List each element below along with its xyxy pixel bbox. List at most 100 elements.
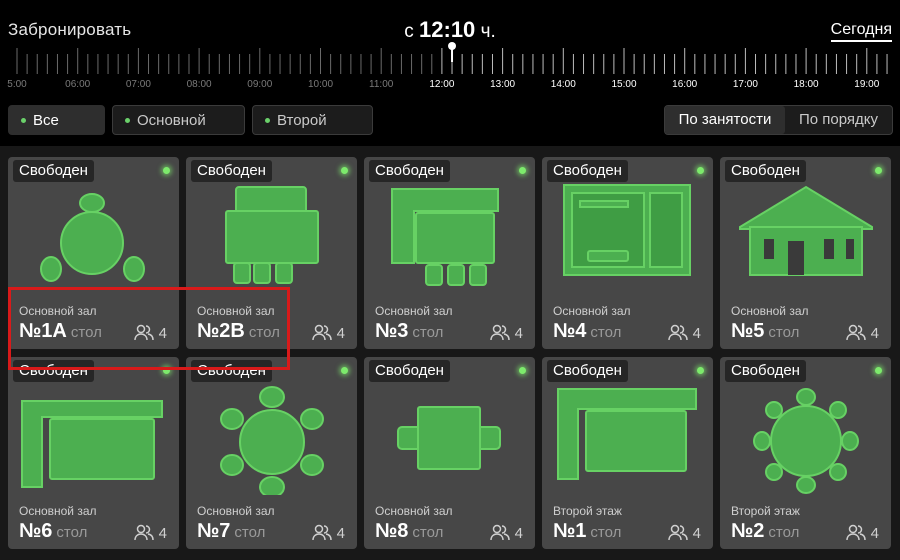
status-badge: Свободен bbox=[369, 160, 450, 182]
round-table-8-chairs-icon bbox=[753, 388, 859, 494]
status-dot-icon bbox=[875, 167, 882, 174]
people-icon bbox=[311, 524, 332, 541]
table-number: №2 стол bbox=[731, 520, 800, 542]
table-number: №3 стол bbox=[375, 320, 444, 342]
sort-by-occupancy[interactable]: По занятости bbox=[665, 106, 785, 134]
table-card-4[interactable]: Свободен Основной зал №4 стол 4 bbox=[542, 157, 713, 349]
table-card-2f-1[interactable]: Свободен Второй этаж №1 стол 4 bbox=[542, 357, 713, 549]
status-badge: Свободен bbox=[547, 360, 628, 382]
table-number: №4 стол bbox=[553, 320, 622, 342]
people-icon bbox=[489, 524, 510, 541]
table-card-7[interactable]: Свободен Основной зал №7 стол 4 bbox=[186, 357, 357, 549]
table-type: стол bbox=[56, 524, 88, 541]
people-icon bbox=[489, 324, 510, 341]
table-card-2f-2[interactable]: Свободен Второй этаж №2 стол 4 bbox=[720, 357, 891, 549]
corner-sofa-icon bbox=[557, 388, 697, 480]
timeline-slider[interactable]: 5:00 06:00 07:00 08:00 09:00 10:00 11:00 12:00 1… bbox=[0, 40, 900, 94]
filter-second-floor[interactable]: Второй этаж bbox=[252, 105, 373, 159]
table-type: стол bbox=[412, 524, 444, 541]
corner-sofa-icon bbox=[21, 400, 163, 488]
table-card-5[interactable]: Свободен Основной зал №5 стол 4 bbox=[720, 157, 891, 349]
guest-count: 4 bbox=[489, 324, 523, 342]
people-icon bbox=[133, 524, 154, 541]
people-icon bbox=[845, 524, 866, 541]
timeline-hour-label: 14:00 bbox=[551, 79, 576, 90]
guest-count: 4 bbox=[845, 524, 879, 542]
people-icon bbox=[667, 524, 688, 541]
hall-name: Основной зал bbox=[375, 304, 453, 318]
status-dot-icon bbox=[519, 167, 526, 174]
table-number: №6 стол bbox=[19, 520, 88, 542]
filter-main-hall[interactable]: Основной зал bbox=[112, 105, 245, 159]
table-card-3[interactable]: Свободен Основной зал №3 стол 4 bbox=[364, 157, 535, 349]
status-dot-icon bbox=[697, 367, 704, 374]
timeline-hour-label: 09:00 bbox=[247, 79, 272, 90]
status-badge: Свободен bbox=[191, 160, 272, 182]
table-type: стол bbox=[590, 524, 622, 541]
table-type: стол bbox=[590, 324, 622, 341]
guest-count: 4 bbox=[667, 524, 701, 542]
sort-toggle: По занятости По порядку bbox=[664, 105, 893, 135]
people-icon bbox=[845, 324, 866, 341]
square-table-2-chairs-icon bbox=[397, 406, 501, 470]
hall-name: Второй этаж bbox=[731, 504, 800, 518]
timeline-hour-label: 08:00 bbox=[187, 79, 212, 90]
guest-count: 4 bbox=[133, 524, 167, 542]
selection-highlight-frame bbox=[8, 287, 290, 370]
table-number: №5 стол bbox=[731, 320, 800, 342]
hall-name: Основной зал bbox=[553, 304, 631, 318]
table-number: №7 стол bbox=[197, 520, 266, 542]
sort-by-order[interactable]: По порядку bbox=[785, 106, 892, 134]
people-icon bbox=[311, 324, 332, 341]
table-type: стол bbox=[768, 324, 800, 341]
people-icon bbox=[667, 324, 688, 341]
status-dot-icon bbox=[519, 367, 526, 374]
status-dot-icon bbox=[875, 367, 882, 374]
hall-name: Основной зал bbox=[731, 304, 809, 318]
timeline-handle[interactable] bbox=[448, 42, 457, 50]
status-badge: Свободен bbox=[369, 360, 450, 382]
table-card-8[interactable]: Свободен Основной зал №8 стол 4 bbox=[364, 357, 535, 549]
status-dot-icon bbox=[163, 167, 170, 174]
time-value: 12:10 bbox=[419, 17, 476, 42]
time-prefix: с bbox=[404, 21, 414, 42]
filter-all-halls[interactable]: Все залы bbox=[8, 105, 105, 159]
table-card-6[interactable]: Свободен Основной зал №6 стол 4 bbox=[8, 357, 179, 549]
timeline-hour-label: 11:00 bbox=[369, 79, 394, 90]
status-badge: Свободен bbox=[13, 160, 94, 182]
corner-sofa-table-icon bbox=[391, 188, 499, 286]
round-table-6-chairs-icon bbox=[220, 386, 324, 495]
table-type: стол bbox=[412, 324, 444, 341]
status-dot-icon bbox=[341, 367, 348, 374]
hall-name: Основной зал bbox=[375, 504, 453, 518]
hall-name: Основной зал bbox=[197, 504, 275, 518]
status-badge: Свободен bbox=[725, 360, 806, 382]
house-icon bbox=[739, 185, 873, 276]
guest-count: 4 bbox=[311, 324, 345, 342]
filter-dot-icon bbox=[125, 118, 130, 123]
timeline-hour-label: 15:00 bbox=[611, 79, 636, 90]
timeline-hour-label: 13:00 bbox=[490, 79, 515, 90]
guest-count: 4 bbox=[845, 324, 879, 342]
timeline-hour-label: 07:00 bbox=[126, 79, 151, 90]
header: Забронировать с 12:10 ч. Сегодня 5:00 06:… bbox=[0, 0, 900, 159]
timeline-hour-label: 17:00 bbox=[733, 79, 758, 90]
room-plan-icon bbox=[563, 184, 691, 276]
table-number: №8 стол bbox=[375, 520, 444, 542]
table-4-chairs-sofa-icon bbox=[225, 186, 319, 284]
timeline-hour-label: 06:00 bbox=[65, 79, 90, 90]
timeline-hour-label: 10:00 bbox=[308, 79, 333, 90]
table-number: №1 стол bbox=[553, 520, 622, 542]
guest-count: 4 bbox=[311, 524, 345, 542]
status-dot-icon bbox=[341, 167, 348, 174]
hall-name: Основной зал bbox=[19, 504, 97, 518]
table-type: стол bbox=[234, 524, 266, 541]
timeline-hour-label: 19:00 bbox=[854, 79, 879, 90]
guest-count: 4 bbox=[489, 524, 523, 542]
timeline-hour-label: 5:00 bbox=[7, 79, 27, 90]
today-link[interactable]: Сегодня bbox=[830, 21, 892, 42]
round-table-3-chairs-icon bbox=[40, 193, 145, 282]
filter-dot-icon bbox=[265, 118, 270, 123]
timeline-hour-label: 16:00 bbox=[672, 79, 697, 90]
status-badge: Свободен bbox=[725, 160, 806, 182]
